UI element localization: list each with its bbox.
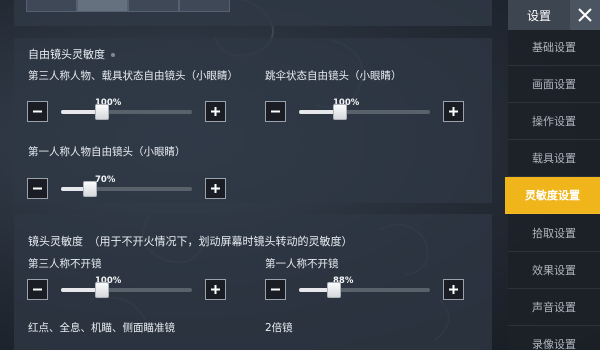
increase-button[interactable] <box>443 279 464 300</box>
free-look-panel: 自由镜头灵敏度 第三人称人物、载具状态自由镜头（小眼睛） 跳伞状态自由镜头（小眼… <box>14 38 492 203</box>
lens-sensitivity-panel: 镜头灵敏度 （用于不开火情况下，划动屏幕时镜头转动的灵敏度） 第三人称不开镜 第… <box>14 214 492 350</box>
sensitivity-slider[interactable]: 70% <box>27 175 237 206</box>
sidebar-item-effects[interactable]: 效果设置 <box>508 252 600 289</box>
sidebar-header: 设置 <box>508 0 600 30</box>
increase-button[interactable] <box>205 101 226 122</box>
slider-thumb[interactable] <box>95 104 109 120</box>
settings-sidebar: 设置 基础设置 画面设置 操作设置 载具设置 灵敏度设置 拾取设置 效果设置 声… <box>505 0 600 350</box>
slider-value: 70% <box>95 175 116 185</box>
slider-label: 第一人称不开镜 <box>265 258 339 270</box>
slider-thumb[interactable] <box>95 282 109 298</box>
slider-label: 第三人称人物、载具状态自由镜头（小眼睛） <box>28 70 238 82</box>
plus-icon <box>449 285 458 294</box>
sidebar-item-basic[interactable]: 基础设置 <box>508 29 600 66</box>
slider-label: 第一人称人物自由镜头（小眼睛） <box>28 146 186 158</box>
close-icon <box>578 8 592 22</box>
slider-track[interactable]: 100% <box>61 98 192 120</box>
previous-panel-strip <box>14 0 492 26</box>
plus-icon <box>211 285 220 294</box>
sidebar-item-sound[interactable]: 声音设置 <box>508 289 600 326</box>
sensitivity-slider[interactable]: 100% <box>27 276 237 307</box>
slider-track[interactable]: 100% <box>61 276 192 298</box>
segment-tab[interactable] <box>26 0 77 12</box>
section-title-lens: 镜头灵敏度 （用于不开火情况下，划动屏幕时镜头转动的灵敏度） <box>28 235 353 248</box>
scope-label: 红点、全息、机瞄、侧面瞄准镜 <box>28 322 175 334</box>
sidebar-item-sensitivity[interactable]: 灵敏度设置 <box>505 177 600 214</box>
segment-tab-active[interactable] <box>77 0 128 12</box>
plus-icon <box>211 184 220 193</box>
slider-label: 跳伞状态自由镜头（小眼睛） <box>265 70 402 82</box>
minus-icon <box>271 288 280 291</box>
decrease-button[interactable] <box>27 101 48 122</box>
close-button[interactable] <box>570 0 600 30</box>
decrease-button[interactable] <box>27 279 48 300</box>
minus-icon <box>33 187 42 190</box>
segment-tab[interactable] <box>128 0 179 12</box>
sidebar-item-graphics[interactable]: 画面设置 <box>508 66 600 103</box>
sensitivity-slider[interactable]: 88% <box>265 276 475 307</box>
plus-icon <box>449 107 458 116</box>
sidebar-item-pickup[interactable]: 拾取设置 <box>508 215 600 252</box>
minus-icon <box>33 288 42 291</box>
decrease-button[interactable] <box>265 101 286 122</box>
minus-icon <box>271 110 280 113</box>
minus-icon <box>33 110 42 113</box>
plus-icon <box>211 107 220 116</box>
slider-track[interactable]: 88% <box>299 276 430 298</box>
decrease-button[interactable] <box>27 178 48 199</box>
segment-tabs <box>26 0 230 12</box>
slider-thumb[interactable] <box>333 104 347 120</box>
sensitivity-slider[interactable]: 100% <box>265 98 475 129</box>
scope-label: 2倍镜 <box>265 322 293 334</box>
segment-tab[interactable] <box>179 0 230 12</box>
sidebar-title: 设置 <box>526 9 551 23</box>
sidebar-item-vehicle[interactable]: 载具设置 <box>508 140 600 177</box>
slider-track[interactable]: 70% <box>61 175 192 197</box>
sensitivity-slider[interactable]: 100% <box>27 98 237 129</box>
increase-button[interactable] <box>443 101 464 122</box>
slider-thumb[interactable] <box>327 282 341 298</box>
increase-button[interactable] <box>205 279 226 300</box>
title-dot <box>111 53 115 57</box>
sidebar-item-replay[interactable]: 录像设置 <box>508 326 600 350</box>
slider-track[interactable]: 100% <box>299 98 430 120</box>
slider-label: 第三人称不开镜 <box>28 258 102 270</box>
increase-button[interactable] <box>205 178 226 199</box>
decrease-button[interactable] <box>265 279 286 300</box>
slider-thumb[interactable] <box>83 181 97 197</box>
sidebar-item-controls[interactable]: 操作设置 <box>508 103 600 140</box>
section-title-free-look: 自由镜头灵敏度 <box>28 46 115 62</box>
